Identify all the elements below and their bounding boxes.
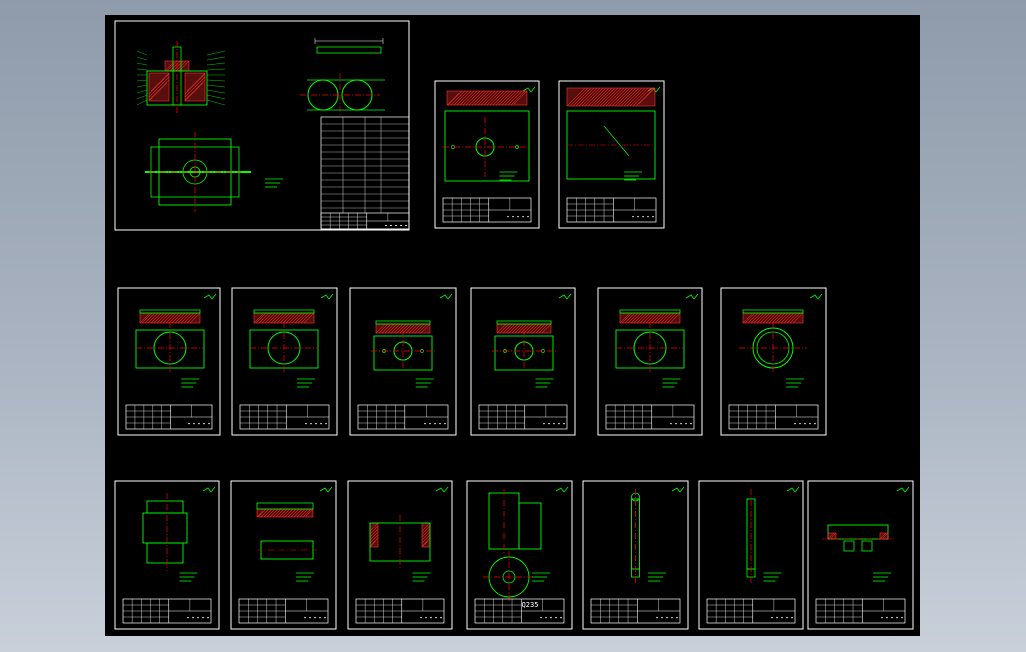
drawing-sheet-part-09[interactable] (114, 480, 220, 630)
drawing-sheet-part-05[interactable] (349, 287, 457, 436)
drawing-sheet-part-04[interactable] (231, 287, 338, 436)
drawing-sheet-part-11[interactable] (347, 480, 453, 630)
drawing-sheet-part-08[interactable] (720, 287, 827, 436)
material-label: Q235 (522, 601, 539, 609)
drawing-sheet-part-01[interactable] (434, 80, 540, 229)
cad-drawing[interactable]: Q235 (105, 15, 920, 636)
drawing-sheet-part-10[interactable] (230, 480, 337, 630)
drawing-sheet-part-12[interactable]: Q235 (466, 480, 573, 630)
drawing-sheet-part-15[interactable] (807, 480, 914, 630)
drawing-sheet-part-02[interactable] (558, 80, 665, 229)
drawing-sheet-assembly[interactable] (114, 20, 410, 231)
drawing-sheet-part-03[interactable] (117, 287, 221, 436)
drawing-canvas[interactable]: Q235 (105, 15, 920, 636)
drawing-sheet-part-07[interactable] (597, 287, 703, 436)
drawing-sheet-part-14[interactable] (698, 480, 804, 630)
drawing-sheet-part-13[interactable] (582, 480, 689, 630)
drawing-sheet-part-06[interactable] (470, 287, 576, 436)
